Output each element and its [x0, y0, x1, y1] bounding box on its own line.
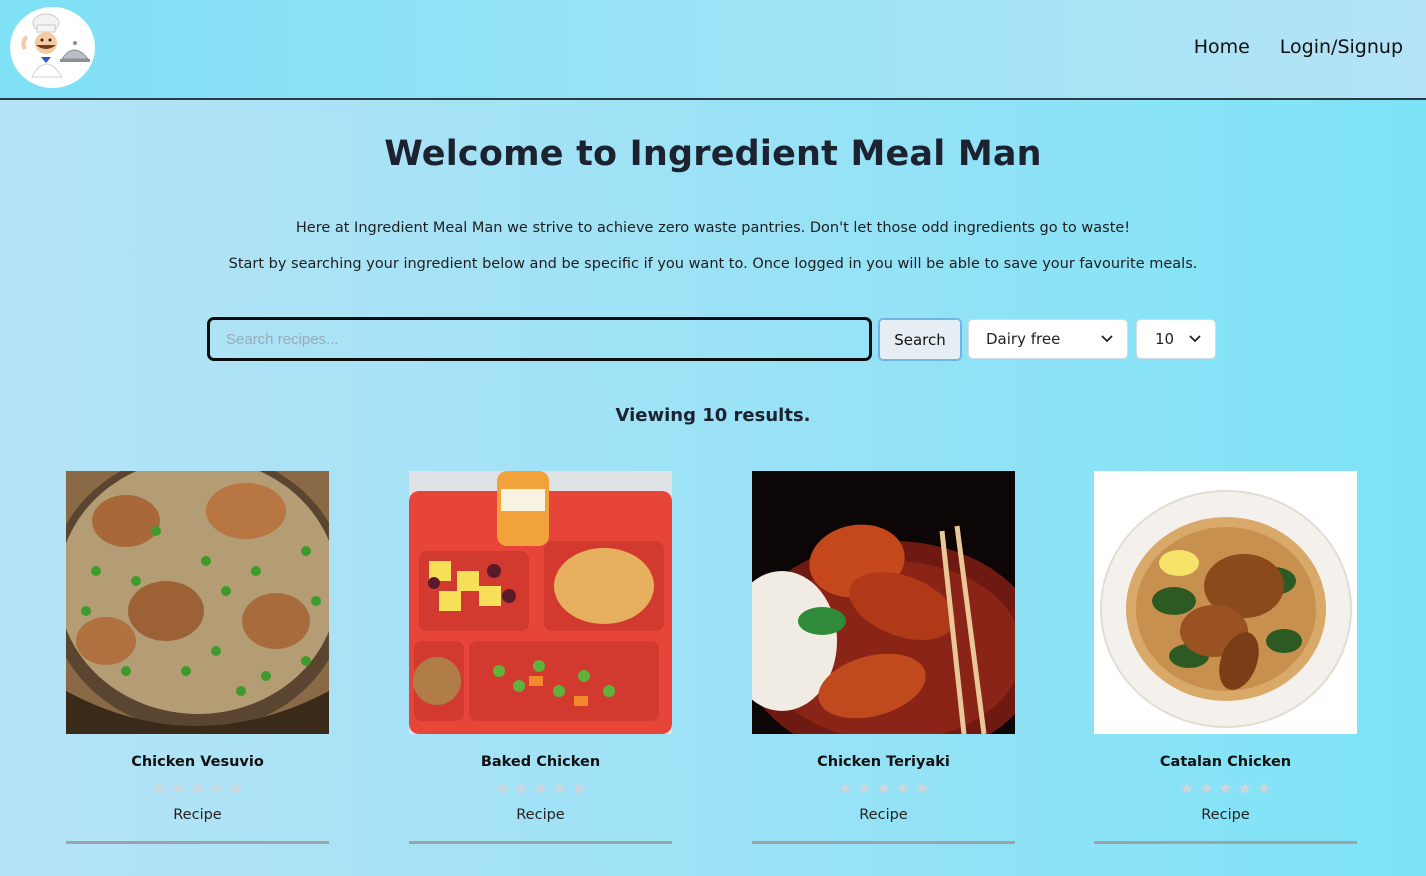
intro-text: Here at Ingredient Meal Man we strive to… [295, 220, 1131, 236]
star-icon[interactable]: ★ [1199, 780, 1214, 798]
star-icon[interactable]: ★ [837, 780, 852, 798]
chef-logo-icon[interactable] [10, 7, 95, 88]
instructions-text: Start by searching your ingredient below… [228, 256, 1198, 272]
nav-login-signup-link[interactable]: Login/Signup [1280, 36, 1403, 58]
result-count-select[interactable]: 10 [1136, 319, 1216, 359]
main-nav: Home Login/Signup [1194, 36, 1403, 58]
chevron-down-icon [1189, 335, 1201, 343]
result-count-value: 10 [1155, 330, 1175, 348]
star-icon[interactable]: ★ [1256, 780, 1271, 798]
diet-filter-value: Dairy free [986, 330, 1061, 348]
star-icon[interactable]: ★ [171, 780, 186, 798]
star-icon[interactable]: ★ [1179, 780, 1194, 798]
search-button[interactable]: Search [878, 318, 962, 361]
star-icon[interactable]: ★ [190, 780, 205, 798]
recipe-link[interactable]: Recipe [1094, 807, 1357, 823]
recipe-card: Baked Chicken ★ ★ ★ ★ ★ Recipe [409, 471, 672, 844]
recipe-link[interactable]: Recipe [66, 807, 329, 823]
recipe-link[interactable]: Recipe [409, 807, 672, 823]
recipe-name: Chicken Teriyaki [817, 754, 950, 770]
card-divider [1094, 841, 1357, 844]
recipe-card: Chicken Teriyaki ★ ★ ★ ★ ★ Recipe [752, 471, 1015, 844]
card-divider [752, 841, 1015, 844]
card-divider [66, 841, 329, 844]
results-count-text: Viewing 10 results. [615, 405, 811, 426]
star-icon[interactable]: ★ [209, 780, 224, 798]
star-icon[interactable]: ★ [552, 780, 567, 798]
star-icon[interactable]: ★ [533, 780, 548, 798]
rating-stars[interactable]: ★ ★ ★ ★ ★ [66, 780, 329, 798]
star-icon[interactable]: ★ [914, 780, 929, 798]
rating-stars[interactable]: ★ ★ ★ ★ ★ [409, 780, 672, 798]
star-icon[interactable]: ★ [895, 780, 910, 798]
star-icon[interactable]: ★ [151, 780, 166, 798]
star-icon[interactable]: ★ [514, 780, 529, 798]
search-input[interactable] [207, 317, 872, 361]
recipe-link[interactable]: Recipe [752, 807, 1015, 823]
rating-stars[interactable]: ★ ★ ★ ★ ★ [1094, 780, 1357, 798]
recipe-card: Chicken Vesuvio ★ ★ ★ ★ ★ Recipe [66, 471, 329, 844]
chevron-down-icon [1101, 335, 1113, 343]
star-icon[interactable]: ★ [876, 780, 891, 798]
recipe-image[interactable] [1094, 471, 1357, 734]
star-icon[interactable]: ★ [1218, 780, 1233, 798]
recipe-image[interactable] [752, 471, 1015, 734]
recipe-name: Catalan Chicken [1159, 754, 1292, 770]
rating-stars[interactable]: ★ ★ ★ ★ ★ [752, 780, 1015, 798]
page-title: Welcome to Ingredient Meal Man [384, 134, 1042, 174]
star-icon[interactable]: ★ [1237, 780, 1252, 798]
star-icon[interactable]: ★ [571, 780, 586, 798]
diet-filter-select[interactable]: Dairy free [968, 319, 1128, 359]
card-divider [409, 841, 672, 844]
recipe-card: Catalan Chicken ★ ★ ★ ★ ★ Recipe [1094, 471, 1357, 844]
recipe-image[interactable] [409, 471, 672, 734]
site-header: Home Login/Signup [0, 0, 1426, 100]
recipe-image[interactable] [66, 471, 329, 734]
nav-home-link[interactable]: Home [1194, 36, 1250, 58]
star-icon[interactable]: ★ [857, 780, 872, 798]
star-icon[interactable]: ★ [228, 780, 243, 798]
recipe-name: Baked Chicken [480, 754, 601, 770]
recipe-name: Chicken Vesuvio [131, 754, 264, 770]
star-icon[interactable]: ★ [494, 780, 509, 798]
